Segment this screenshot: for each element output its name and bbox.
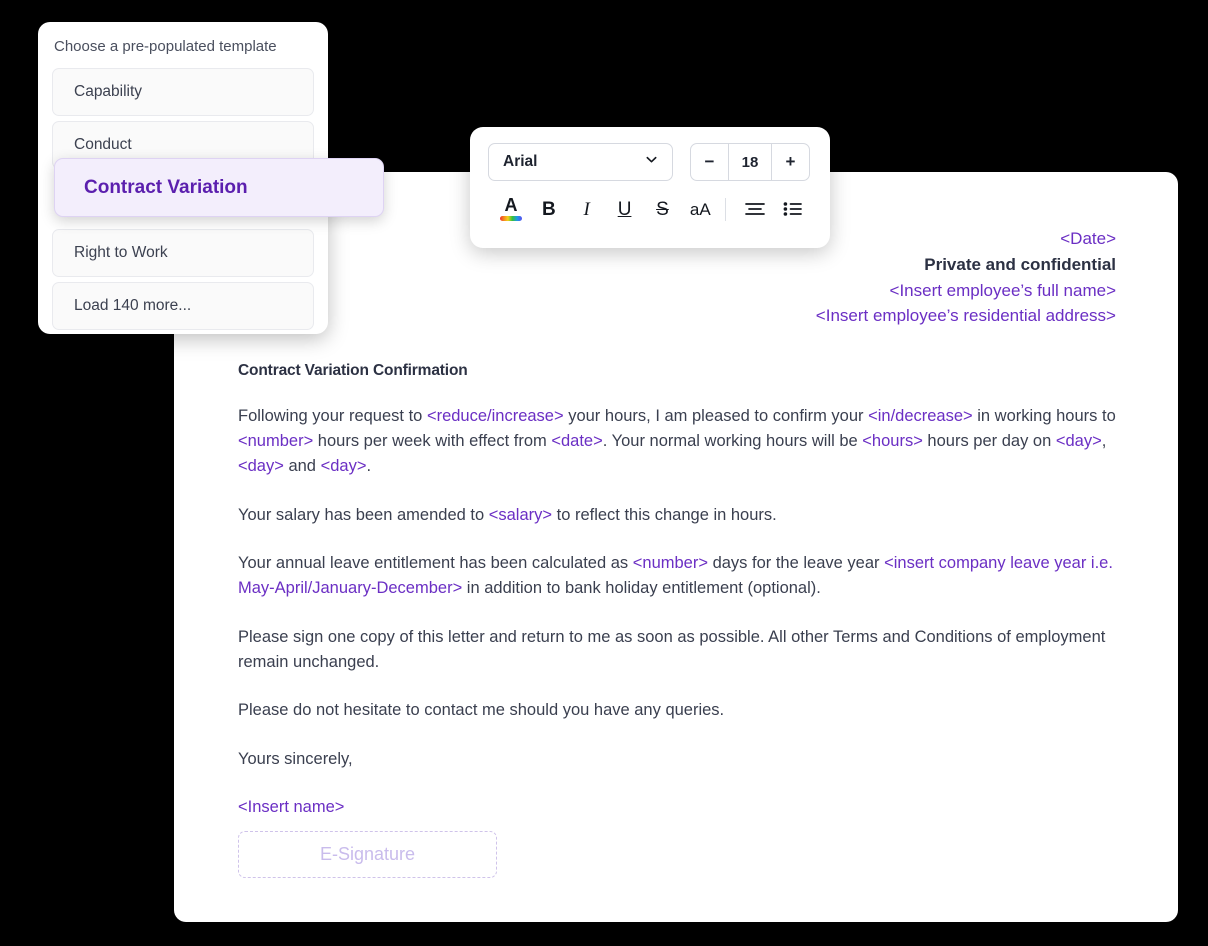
strikethrough-icon[interactable]: S [644,194,682,224]
document-employee-name-placeholder: <Insert employee’s full name> [889,280,1116,300]
p1-placeholder-2: <in/decrease> [868,407,973,426]
template-item-right-to-work[interactable]: Right to Work [52,229,314,277]
p1-text-1: Following your request to [238,407,427,426]
template-item-contract-variation-selected[interactable]: Contract Variation [54,158,384,217]
p1-text-4: hours per week with effect from [313,432,552,451]
template-item-label: Contract Variation [84,176,248,198]
underline-icon[interactable]: U [606,194,644,224]
document-paragraph-3: Your annual leave entitlement has been c… [238,551,1116,601]
p2-text-1: Your salary has been amended to [238,505,489,524]
toolbar-row-icons: A B I U S aA [488,194,812,224]
template-item-label: Conduct [74,136,132,153]
p1-text-6: hours per day on [922,432,1056,451]
template-item-label: Right to Work [74,244,168,261]
document-paragraph-4: Please sign one copy of this letter and … [238,627,1106,671]
p3-text-2: days for the leave year [707,554,885,573]
color-gradient-bar [499,216,522,221]
italic-icon[interactable]: I [568,194,606,224]
p1-placeholder-8: <day> [320,456,367,475]
p1-placeholder-1: <reduce/increase> [426,407,564,426]
document-signature-name-placeholder: <Insert name> [238,797,345,816]
text-color-icon[interactable]: A [492,194,530,224]
text-case-icon[interactable]: aA [681,194,719,224]
bold-icon[interactable]: B [530,194,568,224]
chevron-down-icon [644,152,659,172]
document-paragraph-5: Please do not hesitate to contact me sho… [238,701,725,720]
font-family-value: Arial [503,153,538,170]
document-employee-address-placeholder: <Insert employee’s residential address> [815,306,1116,326]
template-item-capability[interactable]: Capability [52,68,314,116]
p1-text-3: in working hours to [972,407,1116,426]
formatting-toolbar: Arial − 18 + A B I U S aA [470,127,830,248]
p1-text-7: , [1101,432,1107,451]
p1-text-8: and [283,456,321,475]
p1-text-9: . [366,456,372,475]
align-center-icon[interactable] [736,194,774,224]
bulleted-list-icon[interactable] [774,194,812,224]
p2-placeholder-1: <salary> [488,505,553,524]
e-signature-dropzone[interactable]: E-Signature [238,830,497,878]
template-panel-title: Choose a pre-populated template [54,38,277,55]
font-size-decrease-button[interactable]: − [691,144,728,180]
p2-text-2: to reflect this change in hours. [552,505,777,524]
p3-text-1: Your annual leave entitlement has been c… [238,554,633,573]
p1-text-5: . Your normal working hours will be [602,432,863,451]
font-size-stepper[interactable]: − 18 + [690,143,810,181]
font-size-value[interactable]: 18 [728,144,772,180]
font-family-select[interactable]: Arial [488,143,673,181]
e-signature-label: E-Signature [319,843,416,864]
document-confidential-label: Private and confidential [924,254,1116,274]
screen-root: <Date> Private and confidential <Insert … [0,0,1208,946]
template-item-label: Capability [74,83,143,100]
p3-text-3: in addition to bank holiday entitlement … [462,579,821,598]
p1-placeholder-6: <day> [1055,432,1102,451]
p1-placeholder-5: <hours> [862,432,923,451]
document-title: Contract Variation Confirmation [238,362,468,380]
template-item-label: Load 140 more... [74,297,192,314]
toolbar-divider [725,197,727,221]
p1-placeholder-4: <date> [551,432,603,451]
p3-placeholder-1: <number> [632,554,708,573]
document-signoff: Yours sincerely, [238,750,353,769]
p1-text-2: your hours, I am pleased to confirm your [563,407,869,426]
template-item-load-more[interactable]: Load 140 more... [52,282,314,330]
p1-placeholder-7: <day> [238,456,284,475]
font-size-increase-button[interactable]: + [772,144,809,180]
document-paragraph-2: Your salary has been amended to <salary>… [238,503,1116,528]
toolbar-row-top: Arial − 18 + [488,143,812,181]
document-paragraph-1: Following your request to <reduce/increa… [238,404,1116,478]
p1-placeholder-3: <number> [238,432,314,451]
text-color-glyph: A [499,196,523,222]
